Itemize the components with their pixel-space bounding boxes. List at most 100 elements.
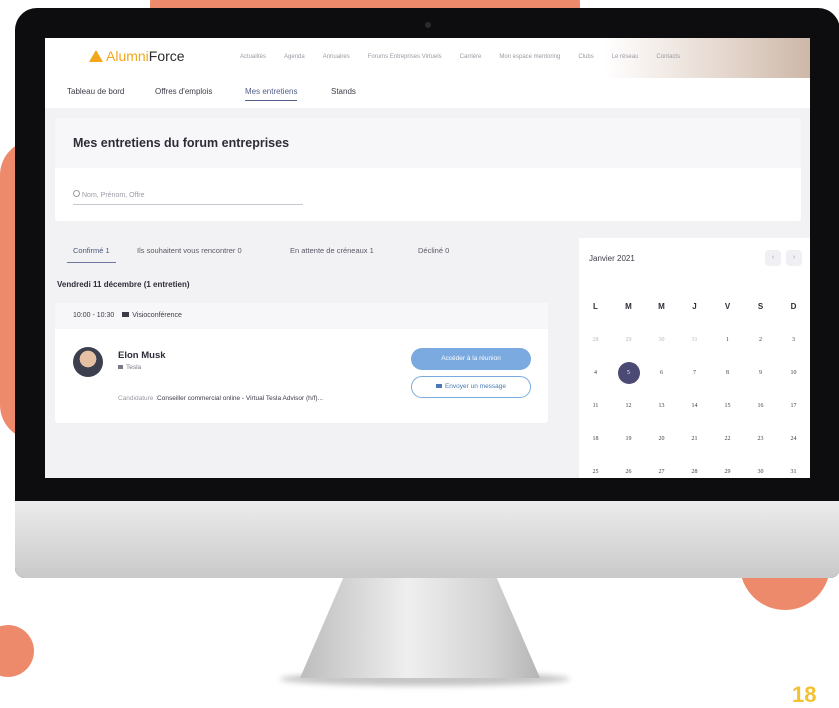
tab-waiting-slots[interactable]: En attente de créneaux 1 <box>290 246 374 255</box>
brand-logo[interactable]: AlumniForce <box>89 48 185 64</box>
calendar-weekday-row: LMMJVSD <box>579 290 810 323</box>
calendar-week-row: 18 19 20 21 22 23 24 <box>579 422 810 455</box>
tab-want-to-meet[interactable]: Ils souhaitent vous rencontrer 0 <box>137 246 242 255</box>
search-placeholder: Nom, Prénom, Offre <box>82 192 145 199</box>
calendar-day[interactable]: 30 <box>744 469 777 475</box>
calendar-day[interactable]: 29 <box>711 469 744 475</box>
calendar-day[interactable]: 12 <box>612 403 645 409</box>
status-tabs: Confirmé 1 Ils souhaitent vous rencontre… <box>55 238 565 268</box>
calendar-weekday: V <box>724 302 731 311</box>
video-icon <box>122 312 130 317</box>
candidature-line: Candidature :Conseiller commercial onlin… <box>118 395 323 402</box>
app-screen: AlumniForce Actualités Agenda Annuaires … <box>45 38 810 478</box>
calendar-day[interactable]: 2 <box>744 337 777 343</box>
calendar-month: Janvier 2021 <box>589 254 635 263</box>
calendar-day[interactable]: 1 <box>711 337 744 343</box>
monitor-chin <box>15 501 839 578</box>
calendar-day[interactable]: 9 <box>744 370 777 376</box>
title-band: Mes entretiens du forum entreprises <box>55 118 801 168</box>
calendar-day[interactable]: 17 <box>777 403 810 409</box>
calendar-day[interactable]: 31 <box>678 337 711 343</box>
calendar-day[interactable]: 11 <box>579 403 612 409</box>
calendar-grid: L M M J V S D 28 29 30 31 1 2 3 4 5 6 7 8 9 10 11 12 13 14 15 16 17… <box>579 290 810 478</box>
nav-link[interactable]: Actualités <box>240 54 266 60</box>
calendar-day[interactable]: 20 <box>645 436 678 442</box>
calendar-day[interactable]: 31 <box>777 469 810 475</box>
day-heading: Vendredi 11 décembre (1 entretien) <box>57 280 190 289</box>
send-message-button[interactable]: Envoyer un message <box>411 376 531 398</box>
nav-link[interactable]: Forums Entreprises Virtuels <box>368 54 442 60</box>
calendar-day[interactable]: 25 <box>579 469 612 475</box>
nav-link[interactable]: Clubs <box>578 54 593 60</box>
page-title: Mes entretiens du forum entreprises <box>73 136 290 150</box>
calendar-day[interactable]: 28 <box>579 337 612 343</box>
search-input[interactable]: Nom, Prénom, Offre <box>73 190 303 205</box>
avatar <box>73 347 103 377</box>
nav-link[interactable]: Le réseau <box>612 54 639 60</box>
briefcase-icon <box>118 365 123 369</box>
calendar-day[interactable]: 8 <box>711 370 744 376</box>
calendar-day[interactable]: 26 <box>612 469 645 475</box>
calendar-day[interactable]: 14 <box>678 403 711 409</box>
calendar-day[interactable]: 23 <box>744 436 777 442</box>
tab-declined[interactable]: Décliné 0 <box>418 246 449 255</box>
calendar-weekday: J <box>692 302 697 311</box>
mail-icon <box>435 384 442 388</box>
nav-link[interactable]: Annuaires <box>323 54 350 60</box>
calendar-day[interactable]: 18 <box>579 436 612 442</box>
calendar-day[interactable]: 13 <box>645 403 678 409</box>
nav-links: Actualités Agenda Annuaires Forums Entre… <box>240 54 680 60</box>
calendar-day[interactable]: 19 <box>612 436 645 442</box>
candidate-name: Elon Musk <box>118 350 166 361</box>
calendar-weekday: M <box>625 302 632 311</box>
tab-confirmed[interactable]: Confirmé 1 <box>67 246 116 263</box>
calendar-weekday: D <box>790 302 797 311</box>
tab-dashboard[interactable]: Tableau de bord <box>67 87 124 96</box>
page-number: 18 <box>792 682 817 707</box>
calendar-day[interactable]: 6 <box>645 370 678 376</box>
logo-icon <box>89 50 103 62</box>
decorative-dot <box>0 625 34 677</box>
calendar-prev-button[interactable]: ‹ <box>765 250 781 266</box>
main-tabs: Tableau de bord Offres d'emplois Mes ent… <box>45 78 810 108</box>
calendar-day[interactable]: 15 <box>711 403 744 409</box>
calendar-week-row: 11 12 13 14 15 16 17 <box>579 389 810 422</box>
camera-icon <box>425 22 431 28</box>
calendar-day[interactable]: 10 <box>777 370 810 376</box>
company-name: Tesla <box>126 364 142 371</box>
calendar-day[interactable]: 22 <box>711 436 744 442</box>
calendar-weekday: S <box>757 302 764 311</box>
interview-time: 10:00 - 10:30 Visioconférence <box>73 312 182 319</box>
calendar-day-selected[interactable]: 5 <box>612 361 645 384</box>
calendar-day[interactable]: 27 <box>645 469 678 475</box>
interview-mode: Visioconférence <box>132 312 182 319</box>
join-meeting-button[interactable]: Accéder à la réunion <box>411 348 531 370</box>
calendar-week-row: 28 29 30 31 1 2 3 <box>579 323 810 356</box>
search-icon <box>73 190 80 197</box>
calendar-day[interactable]: 30 <box>645 337 678 343</box>
nav-link[interactable]: Contacts <box>656 54 680 60</box>
calendar-day[interactable]: 3 <box>777 337 810 343</box>
nav-link[interactable]: Mon espace mentoring <box>499 54 560 60</box>
monitor-frame: AlumniForce Actualités Agenda Annuaires … <box>15 8 839 578</box>
calendar-next-button[interactable]: › <box>786 250 802 266</box>
interview-card: 10:00 - 10:30 Visioconférence Elon Musk T… <box>55 303 548 423</box>
candidature-offer[interactable]: Conseiller commercial online - Virtual T… <box>157 395 323 402</box>
calendar-weekday: M <box>658 302 665 311</box>
calendar-day[interactable]: 16 <box>744 403 777 409</box>
calendar-day[interactable]: 7 <box>678 370 711 376</box>
calendar-day[interactable]: 4 <box>579 370 612 376</box>
top-navbar: AlumniForce Actualités Agenda Annuaires … <box>45 38 810 108</box>
calendar-day[interactable]: 24 <box>777 436 810 442</box>
nav-link[interactable]: Carrière <box>460 54 482 60</box>
tab-stands[interactable]: Stands <box>331 87 356 96</box>
tab-job-offers[interactable]: Offres d'emplois <box>155 87 212 96</box>
page-header-card: Mes entretiens du forum entreprises Nom,… <box>55 118 801 221</box>
calendar-day[interactable]: 29 <box>612 337 645 343</box>
calendar-week-row: 25 26 27 28 29 30 31 <box>579 455 810 478</box>
tab-my-interviews[interactable]: Mes entretiens <box>245 87 298 101</box>
calendar-widget: Janvier 2021 ‹ › L M M J V S D 28 29 30 31 1 2 3 4 5 6 7 8… <box>579 238 810 478</box>
calendar-day[interactable]: 28 <box>678 469 711 475</box>
nav-link[interactable]: Agenda <box>284 54 305 60</box>
calendar-day[interactable]: 21 <box>678 436 711 442</box>
